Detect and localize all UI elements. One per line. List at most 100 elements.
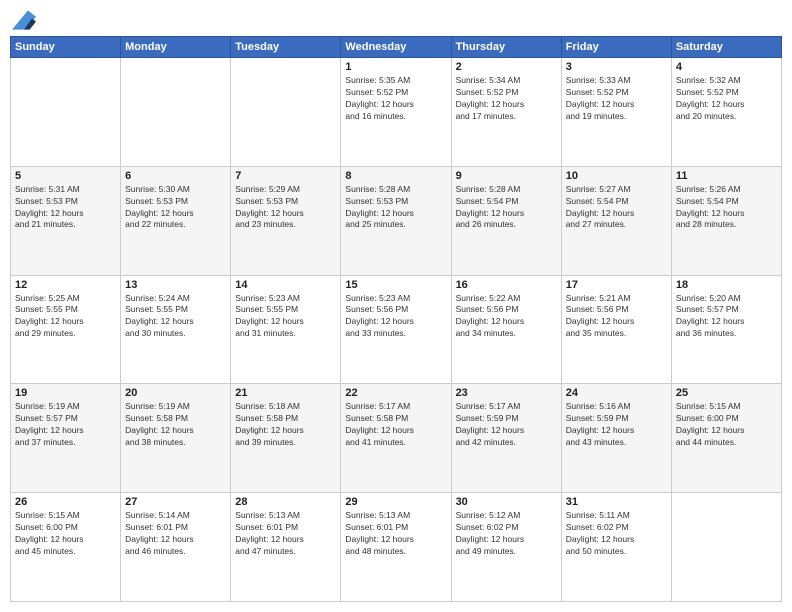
day-info: Sunrise: 5:25 AM Sunset: 5:55 PM Dayligh… xyxy=(15,293,116,341)
day-info: Sunrise: 5:11 AM Sunset: 6:02 PM Dayligh… xyxy=(566,510,667,558)
day-info: Sunrise: 5:12 AM Sunset: 6:02 PM Dayligh… xyxy=(456,510,557,558)
day-number: 1 xyxy=(345,61,446,73)
day-number: 5 xyxy=(15,170,116,182)
calendar-table: SundayMondayTuesdayWednesdayThursdayFrid… xyxy=(10,36,782,602)
day-cell-27: 27 Sunrise: 5:14 AM Sunset: 6:01 PM Dayli… xyxy=(121,493,231,602)
week-row-5: 26 Sunrise: 5:15 AM Sunset: 6:00 PM Dayli… xyxy=(11,493,782,602)
day-number: 23 xyxy=(456,387,557,399)
week-row-2: 5 Sunrise: 5:31 AM Sunset: 5:53 PM Daylig… xyxy=(11,166,782,275)
day-number: 27 xyxy=(125,496,226,508)
day-info: Sunrise: 5:27 AM Sunset: 5:54 PM Dayligh… xyxy=(566,184,667,232)
day-cell-7: 7 Sunrise: 5:29 AM Sunset: 5:53 PM Daylig… xyxy=(231,166,341,275)
day-info: Sunrise: 5:23 AM Sunset: 5:56 PM Dayligh… xyxy=(345,293,446,341)
day-cell-17: 17Sunrise: 5:21 AM Sunset: 5:56 PM Dayli… xyxy=(561,275,671,384)
day-number: 22 xyxy=(345,387,446,399)
empty-cell xyxy=(121,58,231,167)
day-info: Sunrise: 5:24 AM Sunset: 5:55 PM Dayligh… xyxy=(125,293,226,341)
day-info: Sunrise: 5:22 AM Sunset: 5:56 PM Dayligh… xyxy=(456,293,557,341)
day-info: Sunrise: 5:26 AM Sunset: 5:54 PM Dayligh… xyxy=(676,184,777,232)
day-info: Sunrise: 5:28 AM Sunset: 5:54 PM Dayligh… xyxy=(456,184,557,232)
day-cell-20: 20 Sunrise: 5:19 AM Sunset: 5:58 PM Dayli… xyxy=(121,384,231,493)
day-number: 3 xyxy=(566,61,667,73)
day-info: Sunrise: 5:35 AM Sunset: 5:52 PM Dayligh… xyxy=(345,75,446,123)
day-info: Sunrise: 5:15 AM Sunset: 6:00 PM Dayligh… xyxy=(15,510,116,558)
day-cell-25: 25 Sunrise: 5:15 AM Sunset: 6:00 PM Dayli… xyxy=(671,384,781,493)
day-info: Sunrise: 5:19 AM Sunset: 5:58 PM Dayligh… xyxy=(125,401,226,449)
day-header-sunday: Sunday xyxy=(11,37,121,58)
day-number: 19 xyxy=(15,387,116,399)
day-number: 25 xyxy=(676,387,777,399)
day-number: 20 xyxy=(125,387,226,399)
day-cell-8: 8 Sunrise: 5:28 AM Sunset: 5:53 PM Daylig… xyxy=(341,166,451,275)
day-cell-4: 4 Sunrise: 5:32 AM Sunset: 5:52 PM Daylig… xyxy=(671,58,781,167)
day-header-thursday: Thursday xyxy=(451,37,561,58)
day-number: 4 xyxy=(676,61,777,73)
day-cell-31: 31 Sunrise: 5:11 AM Sunset: 6:02 PM Dayli… xyxy=(561,493,671,602)
day-cell-13: 13 Sunrise: 5:24 AM Sunset: 5:55 PM Dayli… xyxy=(121,275,231,384)
day-info: Sunrise: 5:13 AM Sunset: 6:01 PM Dayligh… xyxy=(345,510,446,558)
day-cell-10: 10 Sunrise: 5:27 AM Sunset: 5:54 PM Dayli… xyxy=(561,166,671,275)
empty-cell xyxy=(671,493,781,602)
day-header-wednesday: Wednesday xyxy=(341,37,451,58)
day-number: 7 xyxy=(235,170,336,182)
day-number: 11 xyxy=(676,170,777,182)
day-number: 26 xyxy=(15,496,116,508)
day-number: 15 xyxy=(345,279,446,291)
page: SundayMondayTuesdayWednesdayThursdayFrid… xyxy=(0,0,792,612)
day-number: 30 xyxy=(456,496,557,508)
day-number: 21 xyxy=(235,387,336,399)
day-cell-1: 1 Sunrise: 5:35 AM Sunset: 5:52 PM Daylig… xyxy=(341,58,451,167)
day-info: Sunrise: 5:30 AM Sunset: 5:53 PM Dayligh… xyxy=(125,184,226,232)
day-number: 10 xyxy=(566,170,667,182)
week-row-1: 1 Sunrise: 5:35 AM Sunset: 5:52 PM Daylig… xyxy=(11,58,782,167)
day-info: Sunrise: 5:31 AM Sunset: 5:53 PM Dayligh… xyxy=(15,184,116,232)
day-number: 28 xyxy=(235,496,336,508)
day-cell-23: 23 Sunrise: 5:17 AM Sunset: 5:59 PM Dayli… xyxy=(451,384,561,493)
day-cell-26: 26 Sunrise: 5:15 AM Sunset: 6:00 PM Dayli… xyxy=(11,493,121,602)
day-number: 14 xyxy=(235,279,336,291)
day-cell-15: 15 Sunrise: 5:23 AM Sunset: 5:56 PM Dayli… xyxy=(341,275,451,384)
day-info: Sunrise: 5:19 AM Sunset: 5:57 PM Dayligh… xyxy=(15,401,116,449)
day-info: Sunrise: 5:15 AM Sunset: 6:00 PM Dayligh… xyxy=(676,401,777,449)
day-cell-6: 6 Sunrise: 5:30 AM Sunset: 5:53 PM Daylig… xyxy=(121,166,231,275)
day-info: Sunrise: 5:20 AM Sunset: 5:57 PM Dayligh… xyxy=(676,293,777,341)
day-cell-16: 16Sunrise: 5:22 AM Sunset: 5:56 PM Dayli… xyxy=(451,275,561,384)
day-header-saturday: Saturday xyxy=(671,37,781,58)
day-cell-3: 3 Sunrise: 5:33 AM Sunset: 5:52 PM Daylig… xyxy=(561,58,671,167)
day-cell-21: 21 Sunrise: 5:18 AM Sunset: 5:58 PM Dayli… xyxy=(231,384,341,493)
day-cell-28: 28 Sunrise: 5:13 AM Sunset: 6:01 PM Dayli… xyxy=(231,493,341,602)
header xyxy=(10,10,782,30)
day-info: Sunrise: 5:17 AM Sunset: 5:58 PM Dayligh… xyxy=(345,401,446,449)
day-header-monday: Monday xyxy=(121,37,231,58)
day-cell-29: 29 Sunrise: 5:13 AM Sunset: 6:01 PM Dayli… xyxy=(341,493,451,602)
day-info: Sunrise: 5:29 AM Sunset: 5:53 PM Dayligh… xyxy=(235,184,336,232)
logo xyxy=(10,10,36,30)
empty-cell xyxy=(231,58,341,167)
day-info: Sunrise: 5:18 AM Sunset: 5:58 PM Dayligh… xyxy=(235,401,336,449)
day-info: Sunrise: 5:32 AM Sunset: 5:52 PM Dayligh… xyxy=(676,75,777,123)
week-row-4: 19 Sunrise: 5:19 AM Sunset: 5:57 PM Dayli… xyxy=(11,384,782,493)
day-info: Sunrise: 5:28 AM Sunset: 5:53 PM Dayligh… xyxy=(345,184,446,232)
day-info: Sunrise: 5:14 AM Sunset: 6:01 PM Dayligh… xyxy=(125,510,226,558)
day-number: 13 xyxy=(125,279,226,291)
day-cell-24: 24Sunrise: 5:16 AM Sunset: 5:59 PM Dayli… xyxy=(561,384,671,493)
empty-cell xyxy=(11,58,121,167)
day-cell-9: 9Sunrise: 5:28 AM Sunset: 5:54 PM Daylig… xyxy=(451,166,561,275)
day-number: 6 xyxy=(125,170,226,182)
logo-icon xyxy=(12,10,36,30)
day-info: Sunrise: 5:34 AM Sunset: 5:52 PM Dayligh… xyxy=(456,75,557,123)
day-number: 31 xyxy=(566,496,667,508)
day-number: 29 xyxy=(345,496,446,508)
day-info: Sunrise: 5:17 AM Sunset: 5:59 PM Dayligh… xyxy=(456,401,557,449)
day-cell-18: 18 Sunrise: 5:20 AM Sunset: 5:57 PM Dayli… xyxy=(671,275,781,384)
day-info: Sunrise: 5:33 AM Sunset: 5:52 PM Dayligh… xyxy=(566,75,667,123)
day-cell-14: 14 Sunrise: 5:23 AM Sunset: 5:55 PM Dayli… xyxy=(231,275,341,384)
day-cell-11: 11 Sunrise: 5:26 AM Sunset: 5:54 PM Dayli… xyxy=(671,166,781,275)
day-cell-30: 30 Sunrise: 5:12 AM Sunset: 6:02 PM Dayli… xyxy=(451,493,561,602)
day-info: Sunrise: 5:21 AM Sunset: 5:56 PM Dayligh… xyxy=(566,293,667,341)
day-number: 24 xyxy=(566,387,667,399)
day-info: Sunrise: 5:23 AM Sunset: 5:55 PM Dayligh… xyxy=(235,293,336,341)
day-number: 18 xyxy=(676,279,777,291)
day-info: Sunrise: 5:13 AM Sunset: 6:01 PM Dayligh… xyxy=(235,510,336,558)
day-number: 8 xyxy=(345,170,446,182)
